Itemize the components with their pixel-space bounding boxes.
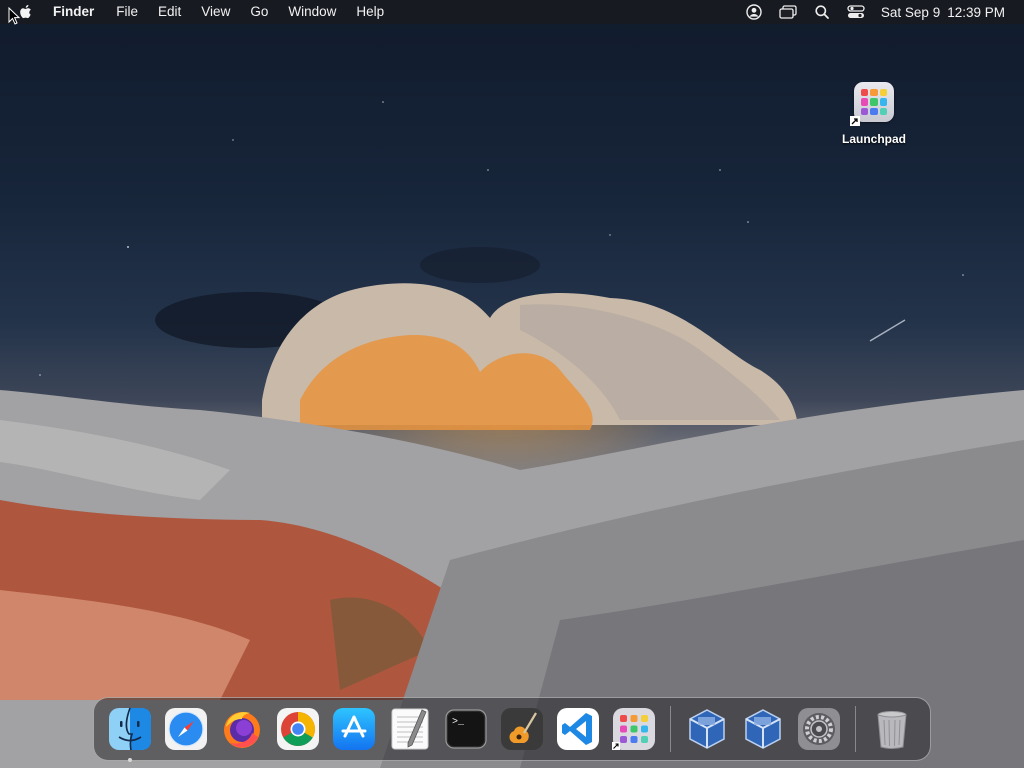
garageband-icon	[501, 708, 543, 750]
dock-trash[interactable]	[870, 707, 914, 751]
menu-bar: Finder File Edit View Go Window Help Sat…	[0, 0, 1024, 24]
menu-bar-clock[interactable]: Sat Sep 9 12:39 PM	[881, 5, 1005, 20]
dock: >_	[93, 697, 931, 762]
dock-virtualbox-1[interactable]	[685, 707, 729, 751]
clock-date: Sat Sep 9	[880, 4, 941, 20]
virtualbox-icon	[745, 709, 781, 749]
menu-app-finder[interactable]: Finder	[53, 0, 106, 24]
running-indicator	[128, 758, 132, 762]
desktop-icon-label: Launchpad	[841, 132, 906, 146]
dock-app-store[interactable]	[332, 707, 376, 751]
clock-time: 12:39 PM	[947, 4, 1005, 20]
menu-bar-status-area: Sat Sep 9 12:39 PM	[737, 0, 1024, 24]
dock-system-settings[interactable]	[797, 707, 841, 751]
app-store-icon	[333, 708, 375, 750]
menu-view[interactable]: View	[191, 0, 240, 24]
firefox-icon	[224, 712, 260, 748]
dock-virtualbox-2[interactable]	[741, 707, 785, 751]
spotlight-search-icon[interactable]	[813, 3, 831, 21]
dock-separator	[670, 706, 671, 752]
menu-window[interactable]: Window	[278, 0, 346, 24]
desktop-icon-launchpad[interactable]: Launchpad	[834, 82, 914, 146]
screen-mirroring-icon[interactable]	[779, 3, 797, 21]
alias-arrow-icon	[850, 116, 860, 126]
safari-icon	[165, 708, 207, 750]
trash-icon	[877, 711, 907, 749]
terminal-prompt: >_	[452, 717, 465, 728]
control-center-icon[interactable]	[847, 3, 865, 21]
vscode-icon	[557, 708, 599, 750]
textedit-icon	[391, 708, 429, 750]
dock-chrome[interactable]	[276, 707, 320, 751]
menu-file[interactable]: File	[106, 0, 148, 24]
dock-firefox[interactable]	[220, 707, 264, 751]
system-settings-icon	[798, 708, 840, 750]
dock-separator	[855, 706, 856, 752]
dock-launchpad[interactable]	[612, 707, 656, 751]
user-account-icon[interactable]	[745, 3, 763, 21]
menu-go[interactable]: Go	[240, 0, 278, 24]
menu-help[interactable]: Help	[346, 0, 394, 24]
dock-safari[interactable]	[164, 707, 208, 751]
dock-vscode[interactable]	[556, 707, 600, 751]
dock-finder[interactable]	[108, 707, 152, 762]
launchpad-icon	[612, 708, 655, 750]
dock-garageband[interactable]	[500, 707, 544, 751]
virtualbox-icon	[689, 709, 725, 749]
menu-edit[interactable]: Edit	[148, 0, 191, 24]
dock-textedit[interactable]	[388, 707, 432, 751]
finder-icon	[109, 707, 151, 751]
terminal-icon: >_	[445, 709, 487, 749]
chrome-icon	[277, 708, 319, 750]
mouse-cursor-icon	[8, 7, 20, 25]
launchpad-icon	[850, 82, 894, 126]
dock-terminal[interactable]: >_	[444, 707, 488, 751]
